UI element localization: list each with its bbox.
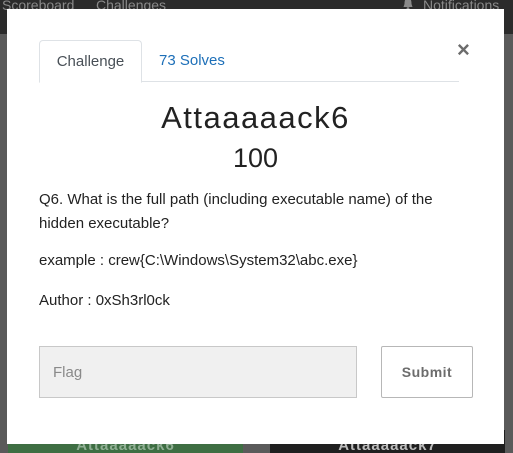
challenge-description: Q6. What is the full path (including exe… <box>39 191 433 232</box>
challenge-points: 100 <box>232 143 279 173</box>
challenge-modal: × Challenge 73 Solves Attaaaaack6 100 Q6… <box>7 9 504 444</box>
submit-button[interactable]: Submit <box>381 346 473 398</box>
tab-challenge[interactable]: Challenge <box>39 40 142 83</box>
challenge-example: example : crew{C:\Windows\System32\abc.e… <box>39 252 358 269</box>
modal-tabs: Challenge 73 Solves <box>39 40 459 83</box>
challenge-title: Attaaaaack6 <box>161 100 350 135</box>
tab-solves[interactable]: 73 Solves <box>159 40 225 82</box>
challenge-author: Author : 0xSh3rl0ck <box>39 292 170 309</box>
flag-input[interactable] <box>39 346 357 398</box>
